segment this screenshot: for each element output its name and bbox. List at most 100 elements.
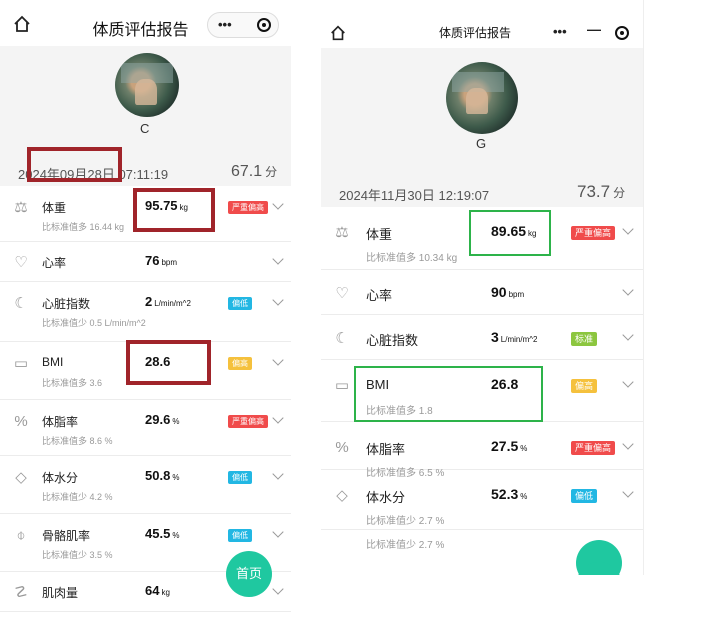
chevron-down-icon[interactable] xyxy=(622,486,634,498)
metric-value: 29.6% xyxy=(145,412,179,427)
avatar xyxy=(446,62,518,134)
mini-program-capsule: ••• — xyxy=(539,19,637,45)
metric-deviation: 比标准值多 16.44 kg xyxy=(42,222,125,232)
metric-name: BMI xyxy=(42,355,64,369)
metric-deviation: 比标准值少 2.7 % xyxy=(366,540,445,551)
metric-deviation: 比标准值少 2.7 % xyxy=(366,516,445,527)
metric-name: 心率 xyxy=(42,256,67,270)
highlight-box xyxy=(126,340,211,385)
status-badge: 标准 xyxy=(571,332,598,346)
metric-value: 3 L/min/m^2 xyxy=(491,329,537,345)
metric-value-number: 27.5 xyxy=(491,438,519,454)
chevron-down-icon[interactable] xyxy=(622,284,634,296)
metric-unit: L/min/m^2 xyxy=(154,299,191,308)
metric-row[interactable]: ◇ 体水分 50.8% 偏低 比标准值少 4.2 % xyxy=(0,456,291,514)
metric-name: 体水分 xyxy=(42,471,79,485)
chevron-down-icon[interactable] xyxy=(272,412,284,424)
status-badge: 偏低 xyxy=(228,529,252,542)
status-badge: 偏低 xyxy=(571,489,598,503)
metric-unit: % xyxy=(172,417,180,426)
status-badge: 偏高 xyxy=(571,379,598,393)
metric-row[interactable]: % 体脂率 27.5% 严重偏高 比标准值多 6.5 % xyxy=(321,422,643,479)
user-name: C xyxy=(140,121,150,136)
chevron-down-icon[interactable] xyxy=(622,223,634,235)
chevron-down-icon[interactable] xyxy=(272,253,284,265)
status-badge: 严重偏高 xyxy=(571,441,616,455)
metric-value: 2 L/min/m^2 xyxy=(145,294,191,309)
chevron-down-icon[interactable] xyxy=(622,329,634,341)
chevron-down-icon[interactable] xyxy=(272,583,284,595)
chevron-down-icon[interactable] xyxy=(272,468,284,480)
metric-row[interactable]: % 体脂率 29.6% 严重偏高 比标准值多 8.6 % xyxy=(0,400,291,456)
metric-value: 27.5% xyxy=(491,438,527,454)
report-datetime: 2024年11月30日 12:19:07 xyxy=(339,188,490,203)
metric-value-number: 52.3 xyxy=(491,486,519,502)
ruler-icon: ▭ xyxy=(13,355,29,372)
metric-row[interactable]: ◇ 体水分 52.3% 偏低 比标准值少 2.7 % 比标准值少 2.7 % xyxy=(321,470,643,551)
metric-name: 肌肉量 xyxy=(42,586,79,600)
highlight-box xyxy=(27,147,122,182)
metric-name: 心脏指数 xyxy=(42,297,91,311)
metric-deviation: 比标准值多 3.6 xyxy=(42,378,103,388)
minimize-icon[interactable]: — xyxy=(587,21,601,37)
chevron-down-icon[interactable] xyxy=(272,354,284,366)
metric-row[interactable]: ♡ 心率 90 bpm xyxy=(321,270,643,315)
percent-icon: % xyxy=(14,413,28,430)
profile-header: G 2024年11月30日 12:19:07 73.7 分 xyxy=(321,48,643,207)
metric-unit: % xyxy=(172,473,180,482)
metric-value: 50.8% xyxy=(145,468,179,483)
status-badge: 严重偏高 xyxy=(571,226,616,240)
metric-name: 骨骼肌率 xyxy=(42,529,91,543)
metric-row[interactable]: ♡ 心率 76 bpm xyxy=(0,242,291,282)
metric-unit: % xyxy=(172,531,180,540)
status-badge: 偏高 xyxy=(228,357,252,370)
close-icon[interactable] xyxy=(615,26,629,40)
chevron-down-icon[interactable] xyxy=(272,526,284,538)
chevron-down-icon[interactable] xyxy=(622,376,634,388)
metric-deviation: 比标准值少 0.5 L/min/m^2 xyxy=(42,318,146,328)
metric-deviation: 比标准值多 10.34 kg xyxy=(366,253,458,264)
metric-name: 体脂率 xyxy=(366,442,406,457)
scale-icon: ⚖ xyxy=(14,199,28,216)
status-badge: 严重偏高 xyxy=(228,415,268,428)
metric-name: 心率 xyxy=(366,288,393,303)
metric-deviation: 比标准值少 3.5 % xyxy=(42,550,113,560)
metric-unit: kg xyxy=(161,588,170,597)
metric-name: 心脏指数 xyxy=(366,333,419,348)
chevron-down-icon[interactable] xyxy=(272,198,284,210)
metric-value: 45.5% xyxy=(145,526,179,541)
close-icon[interactable] xyxy=(257,18,271,32)
metric-value-number: 2 xyxy=(145,294,153,309)
percent-icon: % xyxy=(335,439,349,456)
water-drop-icon: ◇ xyxy=(15,469,27,486)
status-badge: 偏低 xyxy=(228,471,252,484)
metric-row[interactable]: ☾ 心脏指数 3 L/min/m^2 标准 xyxy=(321,315,643,360)
heart-index-icon: ☾ xyxy=(14,295,28,312)
profile-header: C 2024年09月28日 07:11:19 67.1 分 xyxy=(0,46,291,186)
score: 73.7 分 xyxy=(577,182,626,201)
chevron-down-icon[interactable] xyxy=(272,294,284,306)
metric-unit: % xyxy=(520,444,528,453)
avatar xyxy=(115,53,179,117)
right-screenshot: 体质评估报告 ••• — G 2024年11月30日 12:19:07 73.7… xyxy=(321,0,644,575)
metric-value-number: 29.6 xyxy=(145,412,171,427)
metric-name: 体重 xyxy=(42,201,67,215)
score: 67.1 分 xyxy=(231,163,278,180)
water-drop-icon: ◇ xyxy=(336,487,348,504)
metric-value: 52.3% xyxy=(491,486,527,502)
metric-value: 90 bpm xyxy=(491,284,524,300)
scale-icon: ⚖ xyxy=(335,224,349,241)
more-icon[interactable]: ••• xyxy=(218,17,232,32)
user-name: G xyxy=(476,136,487,151)
metric-value-number: 45.5 xyxy=(145,526,171,541)
muscle-icon: ☡ xyxy=(14,584,28,601)
more-icon[interactable]: ••• xyxy=(553,24,567,39)
home-fab-button[interactable]: 首页 xyxy=(226,551,272,597)
left-screenshot: 体质评估报告 ••• C 2024年09月28日 07:11:19 67.1 分 … xyxy=(0,0,291,643)
highlight-box xyxy=(133,188,215,232)
metric-value-number: 50.8 xyxy=(145,468,171,483)
chevron-down-icon[interactable] xyxy=(622,438,634,450)
metric-value-number: 3 xyxy=(491,329,499,345)
metric-row[interactable]: ☾ 心脏指数 2 L/min/m^2 偏低 比标准值少 0.5 L/min/m^2 xyxy=(0,282,291,342)
metric-deviation: 比标准值多 8.6 % xyxy=(42,436,113,446)
